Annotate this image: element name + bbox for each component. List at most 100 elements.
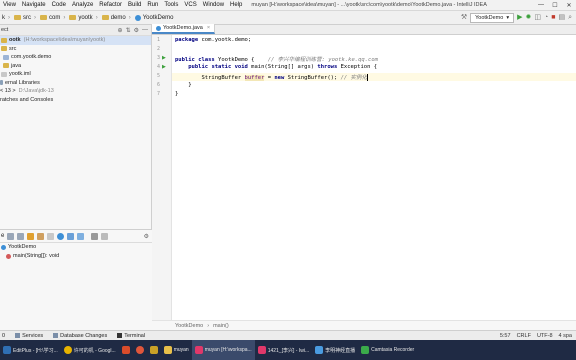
collapse-icon[interactable]: ⇅: [126, 27, 131, 34]
tool-tab-todo[interactable]: 0: [2, 333, 5, 339]
tree-item-path: (H:\workspace\idea\muyan\yootk): [23, 37, 106, 43]
line-separator[interactable]: CRLF: [517, 333, 531, 339]
lambda-icon[interactable]: [77, 232, 85, 240]
nav-crumb-com[interactable]: com ›: [36, 15, 65, 21]
taskbar-item-chrome[interactable]: 许可的机 - Googl...: [61, 340, 119, 360]
code-token: StringBuffer: [201, 75, 245, 81]
tree-item-scratches[interactable]: ratches and Consoles: [0, 96, 151, 105]
minimize-button[interactable]: —: [534, 2, 548, 9]
menu-code[interactable]: Code: [49, 2, 69, 8]
line-number: 6: [156, 82, 160, 88]
run-config-label: YootkDemo: [475, 14, 504, 21]
anonymous-icon[interactable]: [67, 232, 75, 240]
indent-setting[interactable]: 4 spa: [559, 333, 572, 339]
taskbar-item-folder[interactable]: muyan: [161, 340, 192, 360]
sort-alpha-icon[interactable]: [17, 232, 25, 240]
project-structure-icon[interactable]: ▤: [558, 14, 565, 21]
taskbar-item-intellij[interactable]: muyan [H:\workspa...: [191, 340, 255, 360]
code-area[interactable]: package com.yootk.demo; public class Yoo…: [172, 35, 576, 320]
tool-tab-services[interactable]: Services: [15, 333, 43, 339]
taskbar-item-editplus[interactable]: EditPlus - [H:\学习...: [0, 340, 61, 360]
structure-class-row[interactable]: YootkDemo: [0, 243, 152, 252]
folder-icon: [40, 15, 47, 20]
menu-build[interactable]: Build: [125, 2, 144, 8]
run-gutter-icon[interactable]: ▶: [162, 64, 166, 70]
coverage-icon[interactable]: ◫: [534, 14, 541, 21]
caret-position[interactable]: 5:57: [500, 333, 511, 339]
gear-icon[interactable]: ⚙: [144, 233, 152, 240]
properties-icon[interactable]: [37, 232, 45, 240]
autoscroll-icon[interactable]: [91, 232, 99, 240]
app-icon: [135, 346, 144, 354]
crumb-label: k: [2, 14, 5, 21]
menu-help[interactable]: Help: [227, 2, 245, 8]
taskbar-item-app-a[interactable]: [119, 340, 133, 360]
inherited-icon[interactable]: [57, 232, 65, 240]
tool-tab-label: Services: [22, 332, 44, 339]
sort-icon[interactable]: [7, 232, 15, 240]
panel-title[interactable]: e: [1, 233, 4, 239]
taskbar-label: muyan [H:\workspa...: [204, 347, 252, 353]
code-token: void: [234, 64, 248, 70]
tree-item-jdk[interactable]: < 13 > D:\Java\jdk-13: [0, 87, 151, 96]
menu-navigate[interactable]: Navigate: [19, 2, 49, 8]
menu-tools[interactable]: Tools: [161, 2, 181, 8]
debug-icon[interactable]: ✹: [525, 14, 531, 21]
taskbar-label: 1421_[李兴] - Iwi...: [267, 347, 310, 354]
nav-crumb-src[interactable]: src ›: [10, 15, 36, 21]
menu-analyze[interactable]: Analyze: [69, 2, 96, 8]
profile-icon[interactable]: ◔: [544, 14, 548, 21]
code-token: package: [175, 37, 199, 43]
run-gutter-icon[interactable]: ▶: [162, 55, 166, 61]
fields-icon[interactable]: [27, 232, 35, 240]
tool-tab-terminal[interactable]: Terminal: [117, 333, 145, 339]
nav-crumb-demo[interactable]: demo ›: [98, 15, 131, 21]
gear-icon[interactable]: ⚙: [134, 27, 139, 34]
menu-view[interactable]: View: [0, 2, 19, 8]
target-icon[interactable]: ⊕: [118, 27, 123, 34]
taskbar-label: EditPlus - [H:\学习...: [13, 347, 58, 354]
taskbar-item-app-c[interactable]: [147, 340, 161, 360]
search-icon[interactable]: ⌕: [568, 14, 572, 21]
filter-icon[interactable]: [47, 232, 55, 240]
status-bar: 5:57 CRLF UTF-8 4 spa: [500, 333, 576, 339]
taskbar-item-app-b[interactable]: [133, 340, 147, 360]
expand-icon[interactable]: [101, 232, 109, 240]
menu-bar: View Navigate Code Analyze Refactor Buil…: [0, 0, 576, 11]
menu-vcs[interactable]: VCS: [181, 2, 199, 8]
taskbar-item-idea-2[interactable]: 1421_[李兴] - Iwi...: [255, 340, 312, 360]
hide-icon[interactable]: —: [142, 27, 148, 34]
tree-item-iml[interactable]: yootk.iml: [0, 70, 151, 79]
menu-window[interactable]: Window: [200, 2, 227, 8]
close-button[interactable]: ✕: [562, 2, 576, 9]
taskbar-item-camtasia[interactable]: Camtasia Recorder: [358, 340, 417, 360]
maximize-button[interactable]: ☐: [548, 2, 562, 9]
file-encoding[interactable]: UTF-8: [537, 333, 553, 339]
nav-crumb-class[interactable]: YootkDemo: [131, 14, 174, 21]
build-icon[interactable]: ⚒: [461, 14, 467, 21]
stop-icon[interactable]: ■: [551, 14, 555, 21]
nav-crumb-yootk[interactable]: yootk ›: [65, 15, 98, 21]
tab-yootkdemo-java[interactable]: YootkDemo.java ×: [152, 24, 216, 34]
tree-item-module[interactable]: ootk (H:\workspace\idea\muyan\yootk): [0, 36, 151, 45]
tree-item-external-libraries[interactable]: ernal Libraries: [0, 79, 151, 88]
tree-item-src[interactable]: src: [0, 45, 151, 54]
breadcrumb-method[interactable]: main(): [213, 323, 229, 329]
run-icon[interactable]: ▶: [517, 14, 522, 21]
nav-crumb-module[interactable]: k ›: [0, 15, 10, 21]
menu-refactor[interactable]: Refactor: [96, 2, 125, 8]
taskbar-item-live[interactable]: 李明神经直播: [312, 340, 358, 360]
close-icon[interactable]: ×: [207, 25, 210, 31]
code-token: public: [188, 64, 209, 70]
breadcrumb-class[interactable]: YootkDemo: [175, 323, 203, 329]
library-icon: [0, 80, 3, 86]
run-config-select[interactable]: YootkDemo ▾: [470, 12, 515, 23]
folder-icon: [1, 46, 7, 52]
structure-method-row[interactable]: main(String[]): void: [0, 252, 152, 261]
tool-tab-database-changes[interactable]: Database Changes: [53, 333, 107, 339]
tree-item-java[interactable]: java: [0, 62, 151, 71]
navigation-bar: k › src › com › yootk › demo › YootkDemo ⚒ Yo…: [0, 11, 576, 25]
tree-item-package[interactable]: com.yootk.demo: [0, 53, 151, 62]
menu-run[interactable]: Run: [144, 2, 161, 8]
panel-title[interactable]: ect: [1, 27, 8, 33]
